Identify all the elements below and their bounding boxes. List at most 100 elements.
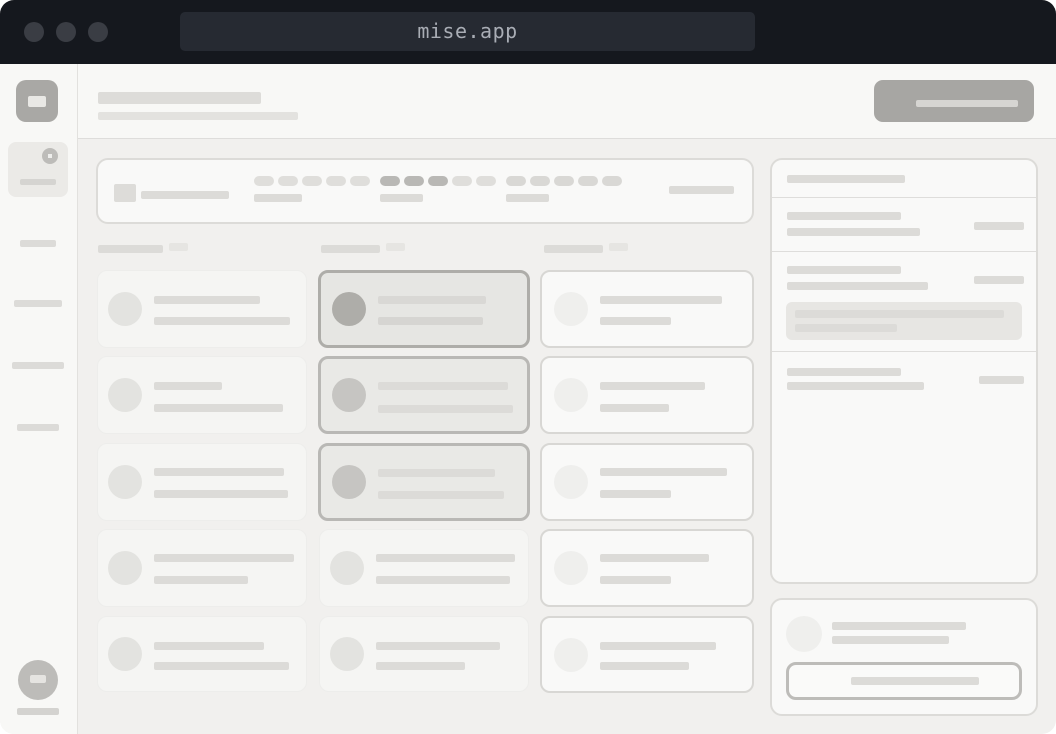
filter-chip[interactable] xyxy=(554,176,574,186)
detail-note-line xyxy=(795,324,897,332)
detail-row-sub xyxy=(787,382,924,390)
filter-chip[interactable] xyxy=(506,176,526,186)
detail-row-label xyxy=(787,212,901,220)
filter-chip[interactable] xyxy=(326,176,346,186)
detail-row-value[interactable] xyxy=(974,276,1024,284)
board-card[interactable] xyxy=(319,529,529,607)
filter-chip[interactable] xyxy=(530,176,550,186)
sidebar-item-active[interactable] xyxy=(8,142,68,197)
card-meta xyxy=(154,404,283,412)
app-window: mise.app xyxy=(0,0,1056,734)
card-title xyxy=(154,468,284,476)
detail-note xyxy=(786,302,1022,340)
detail-note-line xyxy=(795,310,1004,318)
maximize-window-control[interactable] xyxy=(88,22,108,42)
board-card[interactable] xyxy=(540,616,754,693)
card-title xyxy=(600,382,705,390)
board-card[interactable] xyxy=(97,529,307,607)
filter-chip[interactable] xyxy=(602,176,622,186)
column-header-2 xyxy=(321,245,380,253)
card-meta xyxy=(378,317,483,325)
action-panel xyxy=(770,598,1038,716)
sidebar-item-4[interactable] xyxy=(17,424,59,431)
close-window-control[interactable] xyxy=(24,22,44,42)
details-panel xyxy=(770,158,1038,584)
filter-chip[interactable] xyxy=(350,176,370,186)
filter-summary[interactable] xyxy=(669,186,734,194)
card-title xyxy=(154,382,222,390)
filter-chip-active[interactable] xyxy=(428,176,448,186)
filter-chip[interactable] xyxy=(476,176,496,186)
details-title xyxy=(787,175,905,183)
card-meta xyxy=(154,576,248,584)
board-card[interactable] xyxy=(540,356,754,434)
page-subtitle xyxy=(98,112,298,120)
detail-row-value[interactable] xyxy=(979,376,1024,384)
card-meta xyxy=(600,317,671,325)
card-meta xyxy=(376,662,465,670)
filter-chip[interactable] xyxy=(278,176,298,186)
notification-badge-icon xyxy=(42,148,58,164)
action-panel-title xyxy=(832,622,966,630)
board-card[interactable] xyxy=(97,270,307,348)
board-card[interactable] xyxy=(319,616,529,692)
divider xyxy=(772,197,1036,198)
card-meta xyxy=(154,317,290,325)
sidebar-item-2[interactable] xyxy=(14,300,62,307)
card-thumbnail-icon xyxy=(108,292,142,326)
filter-bar xyxy=(96,158,754,224)
detail-row-value[interactable] xyxy=(974,222,1024,230)
url-field[interactable]: mise.app xyxy=(180,12,755,51)
minimize-window-control[interactable] xyxy=(56,22,76,42)
board-card[interactable] xyxy=(540,443,754,521)
filter-chip[interactable] xyxy=(452,176,472,186)
card-title xyxy=(600,296,722,304)
sidebar-item-3[interactable] xyxy=(12,362,64,369)
card-thumbnail-icon xyxy=(330,551,364,585)
card-meta xyxy=(378,405,513,413)
card-thumbnail-icon xyxy=(554,551,588,585)
filter-chip[interactable] xyxy=(254,176,274,186)
detail-row-sub xyxy=(787,228,920,236)
filter-group-label xyxy=(380,194,423,202)
board-card-selected[interactable] xyxy=(318,270,530,348)
user-avatar[interactable] xyxy=(18,660,58,700)
card-title xyxy=(376,642,500,650)
card-thumbnail-icon xyxy=(332,465,366,499)
card-title xyxy=(154,296,260,304)
filter-group-label xyxy=(254,194,302,202)
board-card[interactable] xyxy=(97,616,307,692)
sidebar-item-1[interactable] xyxy=(20,240,56,247)
avatar-icon xyxy=(30,675,46,683)
card-meta xyxy=(600,576,671,584)
card-title xyxy=(378,296,486,304)
filter-chip[interactable] xyxy=(302,176,322,186)
filter-group-label xyxy=(506,194,549,202)
card-title xyxy=(600,468,727,476)
board-card-selected[interactable] xyxy=(318,443,530,521)
board-card[interactable] xyxy=(97,356,307,434)
column-count-3 xyxy=(609,243,628,251)
primary-action-button-label xyxy=(916,100,1018,107)
card-thumbnail-icon xyxy=(554,465,588,499)
card-title xyxy=(376,554,515,562)
card-meta xyxy=(600,404,669,412)
board-card[interactable] xyxy=(540,270,754,348)
filter-chip-active[interactable] xyxy=(404,176,424,186)
board-card-selected[interactable] xyxy=(318,356,530,434)
avatar-icon xyxy=(786,616,822,652)
divider xyxy=(772,351,1036,352)
app-logo[interactable] xyxy=(16,80,58,122)
card-title xyxy=(154,642,264,650)
secondary-action-button[interactable] xyxy=(786,662,1022,700)
filter-chip-active[interactable] xyxy=(380,176,400,186)
card-thumbnail-icon xyxy=(108,551,142,585)
filter-chip[interactable] xyxy=(578,176,598,186)
board-card[interactable] xyxy=(540,529,754,607)
primary-action-button[interactable] xyxy=(874,80,1034,122)
board-card[interactable] xyxy=(97,443,307,521)
card-thumbnail-icon xyxy=(108,378,142,412)
card-meta xyxy=(154,490,288,498)
card-meta xyxy=(154,662,289,670)
card-thumbnail-icon xyxy=(108,465,142,499)
